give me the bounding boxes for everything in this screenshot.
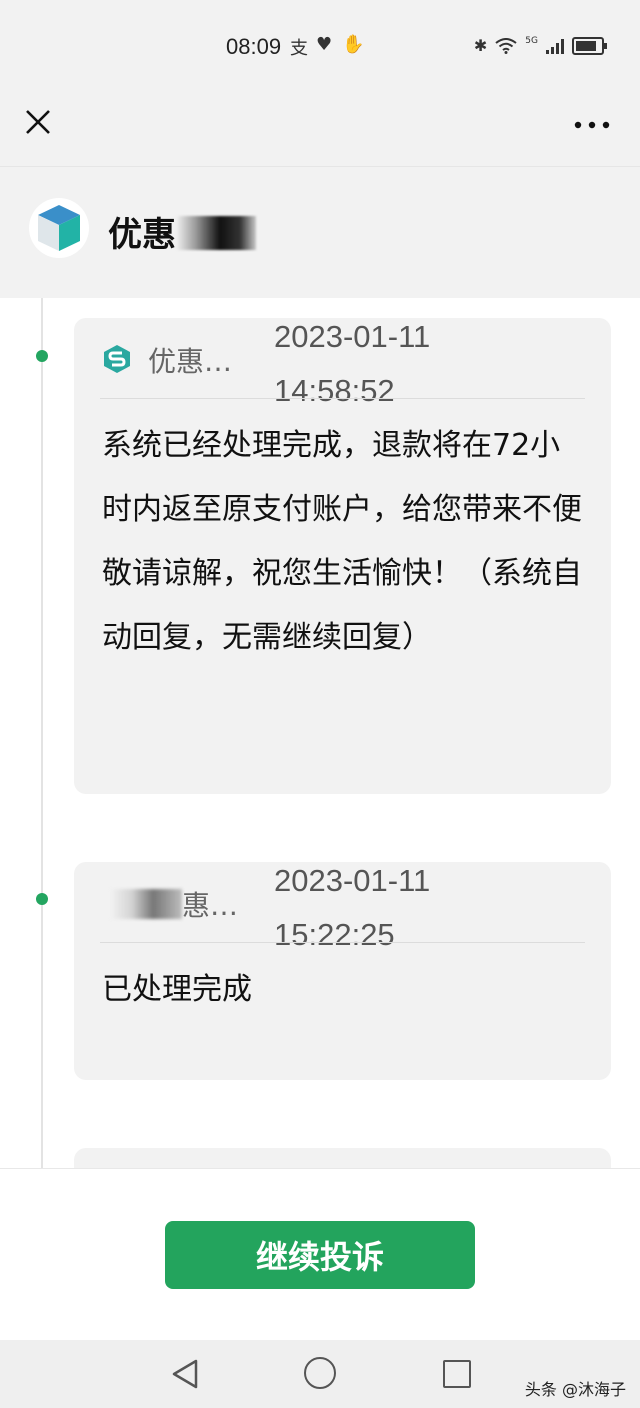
bluetooth-icon: ✱ — [473, 36, 488, 55]
battery-icon — [572, 36, 607, 55]
continue-complaint-button[interactable]: 继续投诉 — [165, 1221, 475, 1289]
close-icon[interactable] — [22, 106, 54, 138]
merchant-name: 优惠 — [108, 207, 256, 256]
timeline-dot — [36, 893, 48, 905]
status-time: 08:09 — [226, 34, 282, 59]
merchant-header: 优惠 — [0, 167, 640, 298]
message-timestamp: 2023-01-11 15:22:25 — [274, 854, 474, 962]
redacted-text — [176, 216, 256, 250]
wifi-icon — [495, 37, 517, 54]
home-icon[interactable] — [304, 1357, 336, 1389]
more-icon — [574, 121, 610, 129]
system-nav-bar: 头条 @沐海子 — [0, 1340, 640, 1408]
network-type-label: 5G — [525, 36, 538, 46]
action-area: 继续投诉 — [0, 1168, 640, 1341]
recent-apps-icon[interactable] — [443, 1360, 471, 1388]
watermark: 头条 @沐海子 — [524, 1380, 626, 1399]
message-timestamp: 2023-01-11 14:58:52 — [274, 310, 474, 418]
back-icon[interactable] — [170, 1358, 200, 1390]
message-date: 2023-01-11 — [274, 319, 431, 354]
signal-icon — [546, 38, 564, 54]
merchant-s-icon — [104, 345, 130, 373]
top-navbar — [0, 92, 640, 167]
message-header: 优惠… 2023-01-11 14:58:52 — [74, 318, 611, 408]
divider — [100, 398, 585, 399]
message-date: 2023-01-11 — [274, 863, 431, 898]
alipay-icon: 支 — [290, 38, 308, 59]
status-bar: 08:09 支 ♥ ✋ ✱ 5G — [0, 0, 640, 92]
merchant-name-text: 优惠 — [108, 215, 176, 255]
status-icons: ✱ 5G — [473, 36, 607, 55]
message-body: 系统已经处理完成，退款将在72小时内返至原支付账户，给您带来不便敬请谅解，祝您生… — [102, 428, 582, 655]
message-time: 14:58:52 — [274, 373, 395, 408]
message-time: 15:22:25 — [274, 917, 395, 952]
message-card: 惠… 2023-01-11 15:22:25 已处理完成 — [74, 862, 611, 1080]
sender-name: 优惠… — [148, 345, 233, 378]
health-icon: ♥ — [316, 34, 333, 55]
timeline-dot — [36, 350, 48, 362]
cube-logo-icon — [29, 198, 89, 258]
message-card — [74, 1148, 611, 1168]
message-header: 惠… 2023-01-11 15:22:25 — [74, 862, 611, 952]
sender-name: 惠… — [110, 884, 238, 924]
message-card: 优惠… 2023-01-11 14:58:52 系统已经处理完成，退款将在72小… — [74, 318, 611, 794]
divider — [100, 942, 585, 943]
hand-icon: ✋ — [342, 34, 365, 55]
complaint-timeline: 优惠… 2023-01-11 14:58:52 系统已经处理完成，退款将在72小… — [0, 298, 640, 1168]
more-options-button[interactable] — [574, 116, 610, 129]
timeline-line — [41, 298, 43, 1168]
screen: 08:09 支 ♥ ✋ ✱ 5G 优惠 优惠… 2023-01-11 14:58… — [0, 0, 640, 1408]
redacted-text — [110, 889, 182, 919]
